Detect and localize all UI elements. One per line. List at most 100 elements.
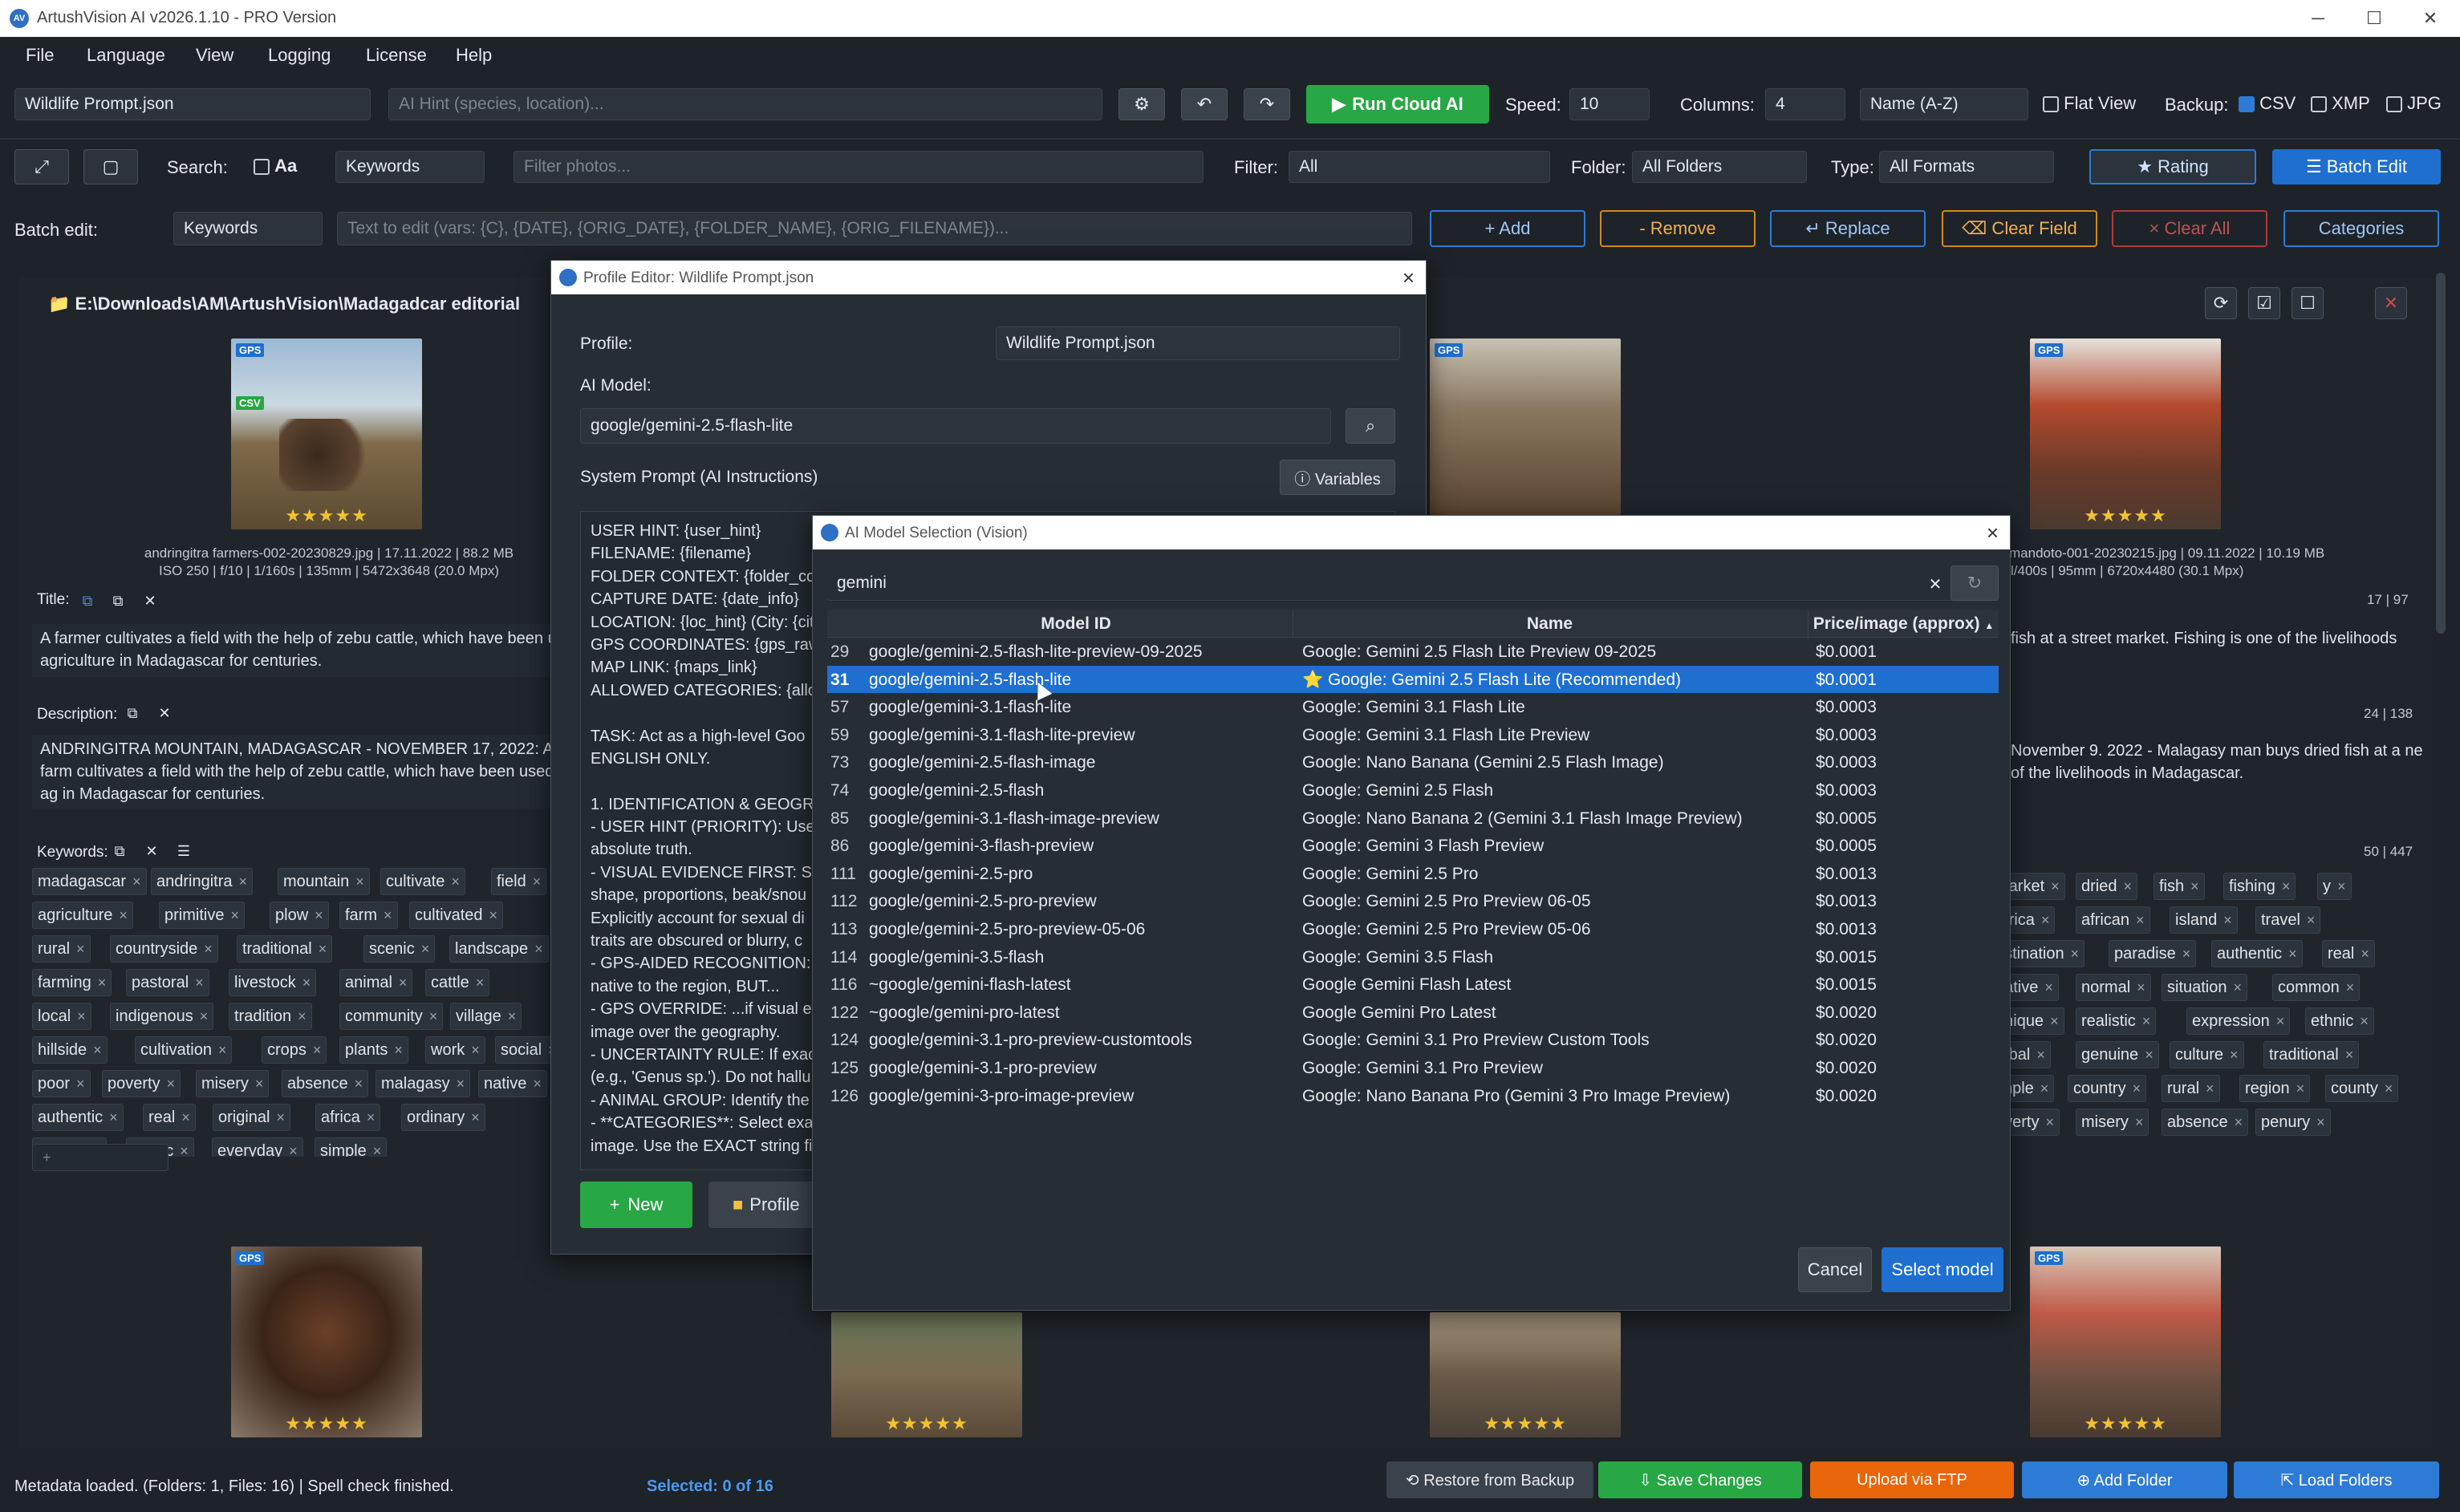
keyword-tag[interactable]: everyday ×	[212, 1137, 303, 1157]
remove-keyword-icon[interactable]: ×	[2235, 1114, 2243, 1131]
remove-keyword-icon[interactable]: ×	[181, 1109, 190, 1126]
keyword-tag[interactable]: tradition ×	[229, 1003, 312, 1030]
remove-keyword-icon[interactable]: ×	[77, 1008, 86, 1025]
keyword-tag[interactable]: traditional ×	[237, 935, 333, 963]
thumbnail-classroom[interactable]: GPS	[1430, 338, 1621, 515]
remove-keyword-icon[interactable]: ×	[2230, 1047, 2239, 1064]
menu-language[interactable]: Language	[87, 45, 165, 66]
remove-keyword-icon[interactable]: ×	[2040, 1080, 2049, 1097]
remove-keyword-icon[interactable]: ×	[533, 874, 542, 890]
menu-logging[interactable]: Logging	[268, 45, 331, 66]
keyword-tag[interactable]: county ×	[2325, 1075, 2399, 1102]
remove-keyword-icon[interactable]: ×	[2071, 946, 2080, 963]
type-select[interactable]: All Formats	[1879, 151, 2054, 183]
keyword-tag[interactable]: livestock ×	[229, 969, 317, 996]
keyword-tag[interactable]: simple ×	[315, 1137, 388, 1157]
remove-keyword-icon[interactable]: ×	[2346, 979, 2355, 996]
keyword-tag[interactable]: agriculture ×	[32, 902, 133, 929]
model-row[interactable]: 126 google/gemini-3-pro-image-preview Goog…	[827, 1082, 1999, 1110]
keyword-list-icon[interactable]: ☰	[173, 841, 194, 861]
clear-keywords-icon[interactable]: ✕	[141, 841, 162, 861]
new-profile-button[interactable]: + New	[580, 1182, 692, 1228]
remove-keyword-icon[interactable]: ×	[2282, 878, 2291, 895]
menu-view[interactable]: View	[196, 45, 233, 66]
remove-keyword-icon[interactable]: ×	[98, 975, 107, 991]
keyword-tag[interactable]: africa ×	[315, 1104, 381, 1131]
keyword-tag[interactable]: expression ×	[2186, 1007, 2291, 1035]
case-sensitive-checkbox[interactable]: Aa	[254, 156, 297, 176]
keyword-tag[interactable]: original ×	[213, 1104, 290, 1131]
rating-button[interactable]: ★ Rating	[2089, 149, 2256, 184]
remove-keyword-icon[interactable]: ×	[2051, 878, 2060, 895]
menu-help[interactable]: Help	[456, 45, 492, 66]
keyword-tag[interactable]: fish ×	[2154, 873, 2205, 900]
keyword-tag[interactable]: andringitra ×	[151, 868, 254, 895]
keyword-tag[interactable]: region ×	[2239, 1075, 2311, 1102]
keyword-tag[interactable]: rural ×	[2162, 1075, 2220, 1102]
filter-select[interactable]: All	[1289, 151, 1550, 183]
keyword-tag[interactable]: fishing ×	[2223, 873, 2296, 900]
upload-ftp-button[interactable]: Upload via FTP	[1810, 1461, 2014, 1498]
remove-keyword-icon[interactable]: ×	[367, 1109, 375, 1126]
folder-select[interactable]: All Folders	[1632, 151, 1807, 183]
ai-model-input[interactable]: google/gemini-2.5-flash-lite	[580, 408, 1331, 444]
remove-keyword-icon[interactable]: ×	[2182, 946, 2191, 963]
model-search-icon[interactable]: ⌕	[1346, 408, 1395, 444]
model-row[interactable]: 57 google/gemini-3.1-flash-lite Google: Ge…	[827, 693, 1999, 721]
clear-field-button[interactable]: ⌫ Clear Field	[1942, 210, 2097, 247]
keyword-tag[interactable]: mountain ×	[278, 868, 370, 895]
model-row[interactable]: 125 google/gemini-3.1-pro-preview Google: …	[827, 1054, 1999, 1082]
thumbnail-workers[interactable]: ★★★★★	[831, 1312, 1022, 1437]
remove-keyword-icon[interactable]: ×	[2276, 1013, 2285, 1030]
remove-keyword-icon[interactable]: ×	[2145, 1047, 2154, 1064]
model-row[interactable]: 116 ~google/gemini-flash-latest Google Gem…	[827, 971, 1999, 999]
remove-keyword-icon[interactable]: ×	[2123, 878, 2132, 895]
close-folder-icon[interactable]: ✕	[2375, 287, 2407, 319]
keyword-tag[interactable]: work ×	[425, 1036, 485, 1064]
remove-keyword-icon[interactable]: ×	[313, 1042, 322, 1059]
keyword-tag[interactable]: authentic ×	[32, 1104, 124, 1131]
columns-input[interactable]: 4	[1765, 88, 1845, 120]
keyword-tag[interactable]: misery ×	[196, 1070, 270, 1097]
remove-keyword-icon[interactable]: ×	[2041, 912, 2050, 929]
remove-keyword-icon[interactable]: ×	[2045, 1114, 2054, 1131]
remove-keyword-icon[interactable]: ×	[2135, 1114, 2144, 1131]
keyword-tag[interactable]: landscape ×	[449, 935, 549, 963]
copy-keywords-icon[interactable]: ⧉	[109, 841, 130, 861]
keyword-tag[interactable]: animal ×	[339, 969, 413, 996]
keyword-tag[interactable]: authentic ×	[2211, 940, 2303, 967]
keyword-tag[interactable]: common ×	[2272, 974, 2361, 1001]
remove-keyword-icon[interactable]: ×	[471, 1109, 480, 1126]
description-textarea[interactable]: ANDRINGITRA MOUNTAIN, MADAGASCAR - NOVEM…	[32, 735, 594, 809]
maximize-button[interactable]: ☐	[2346, 0, 2402, 37]
keyword-tag[interactable]: situation ×	[2162, 974, 2248, 1001]
categories-button[interactable]: Categories	[2283, 210, 2439, 247]
keyword-tag[interactable]: real ×	[143, 1104, 196, 1131]
remove-keyword-icon[interactable]: ×	[255, 1076, 264, 1092]
keyword-tag[interactable]: traditional ×	[2263, 1041, 2360, 1068]
keyword-tag[interactable]: poverty ×	[102, 1070, 181, 1097]
keyword-tag[interactable]: plow ×	[270, 902, 329, 929]
remove-keyword-icon[interactable]: ×	[451, 874, 460, 890]
run-cloud-ai-button[interactable]: ▶ Run Cloud AI	[1306, 85, 1489, 124]
reload-models-icon[interactable]: ↻	[1951, 565, 1999, 601]
thumbnail-market[interactable]: GPS ★★★★★	[2030, 338, 2221, 529]
header-name[interactable]: Name	[1293, 610, 1806, 638]
clear-all-button[interactable]: × Clear All	[2112, 210, 2267, 247]
remove-keyword-icon[interactable]: ×	[93, 1042, 102, 1059]
thumbnail-stall[interactable]: GPS ★★★★★	[2030, 1246, 2221, 1437]
keyword-tag[interactable]: indigenous ×	[110, 1003, 214, 1030]
remove-keyword-icon[interactable]: ×	[2385, 1080, 2393, 1097]
save-changes-button[interactable]: ⇩ Save Changes	[1598, 1461, 1802, 1498]
cancel-button[interactable]: Cancel	[1798, 1247, 1872, 1292]
remove-keyword-icon[interactable]: ×	[2133, 1080, 2141, 1097]
header-model-id[interactable]: Model ID	[859, 610, 1293, 638]
select-model-button[interactable]: Select model	[1882, 1247, 2003, 1292]
load-folders-button[interactable]: ⇱ Load Folders	[2234, 1461, 2439, 1498]
remove-keyword-icon[interactable]: ×	[471, 1042, 480, 1059]
model-row[interactable]: 29 google/gemini-2.5-flash-lite-preview-0…	[827, 638, 1999, 666]
keyword-tag[interactable]: realistic ×	[2076, 1007, 2157, 1035]
remove-keyword-icon[interactable]: ×	[195, 975, 204, 991]
model-row[interactable]: 73 google/gemini-2.5-flash-image Google: N…	[827, 748, 1999, 776]
right-title-text[interactable]: fish at a street market. Fishing is one …	[2011, 627, 2428, 672]
